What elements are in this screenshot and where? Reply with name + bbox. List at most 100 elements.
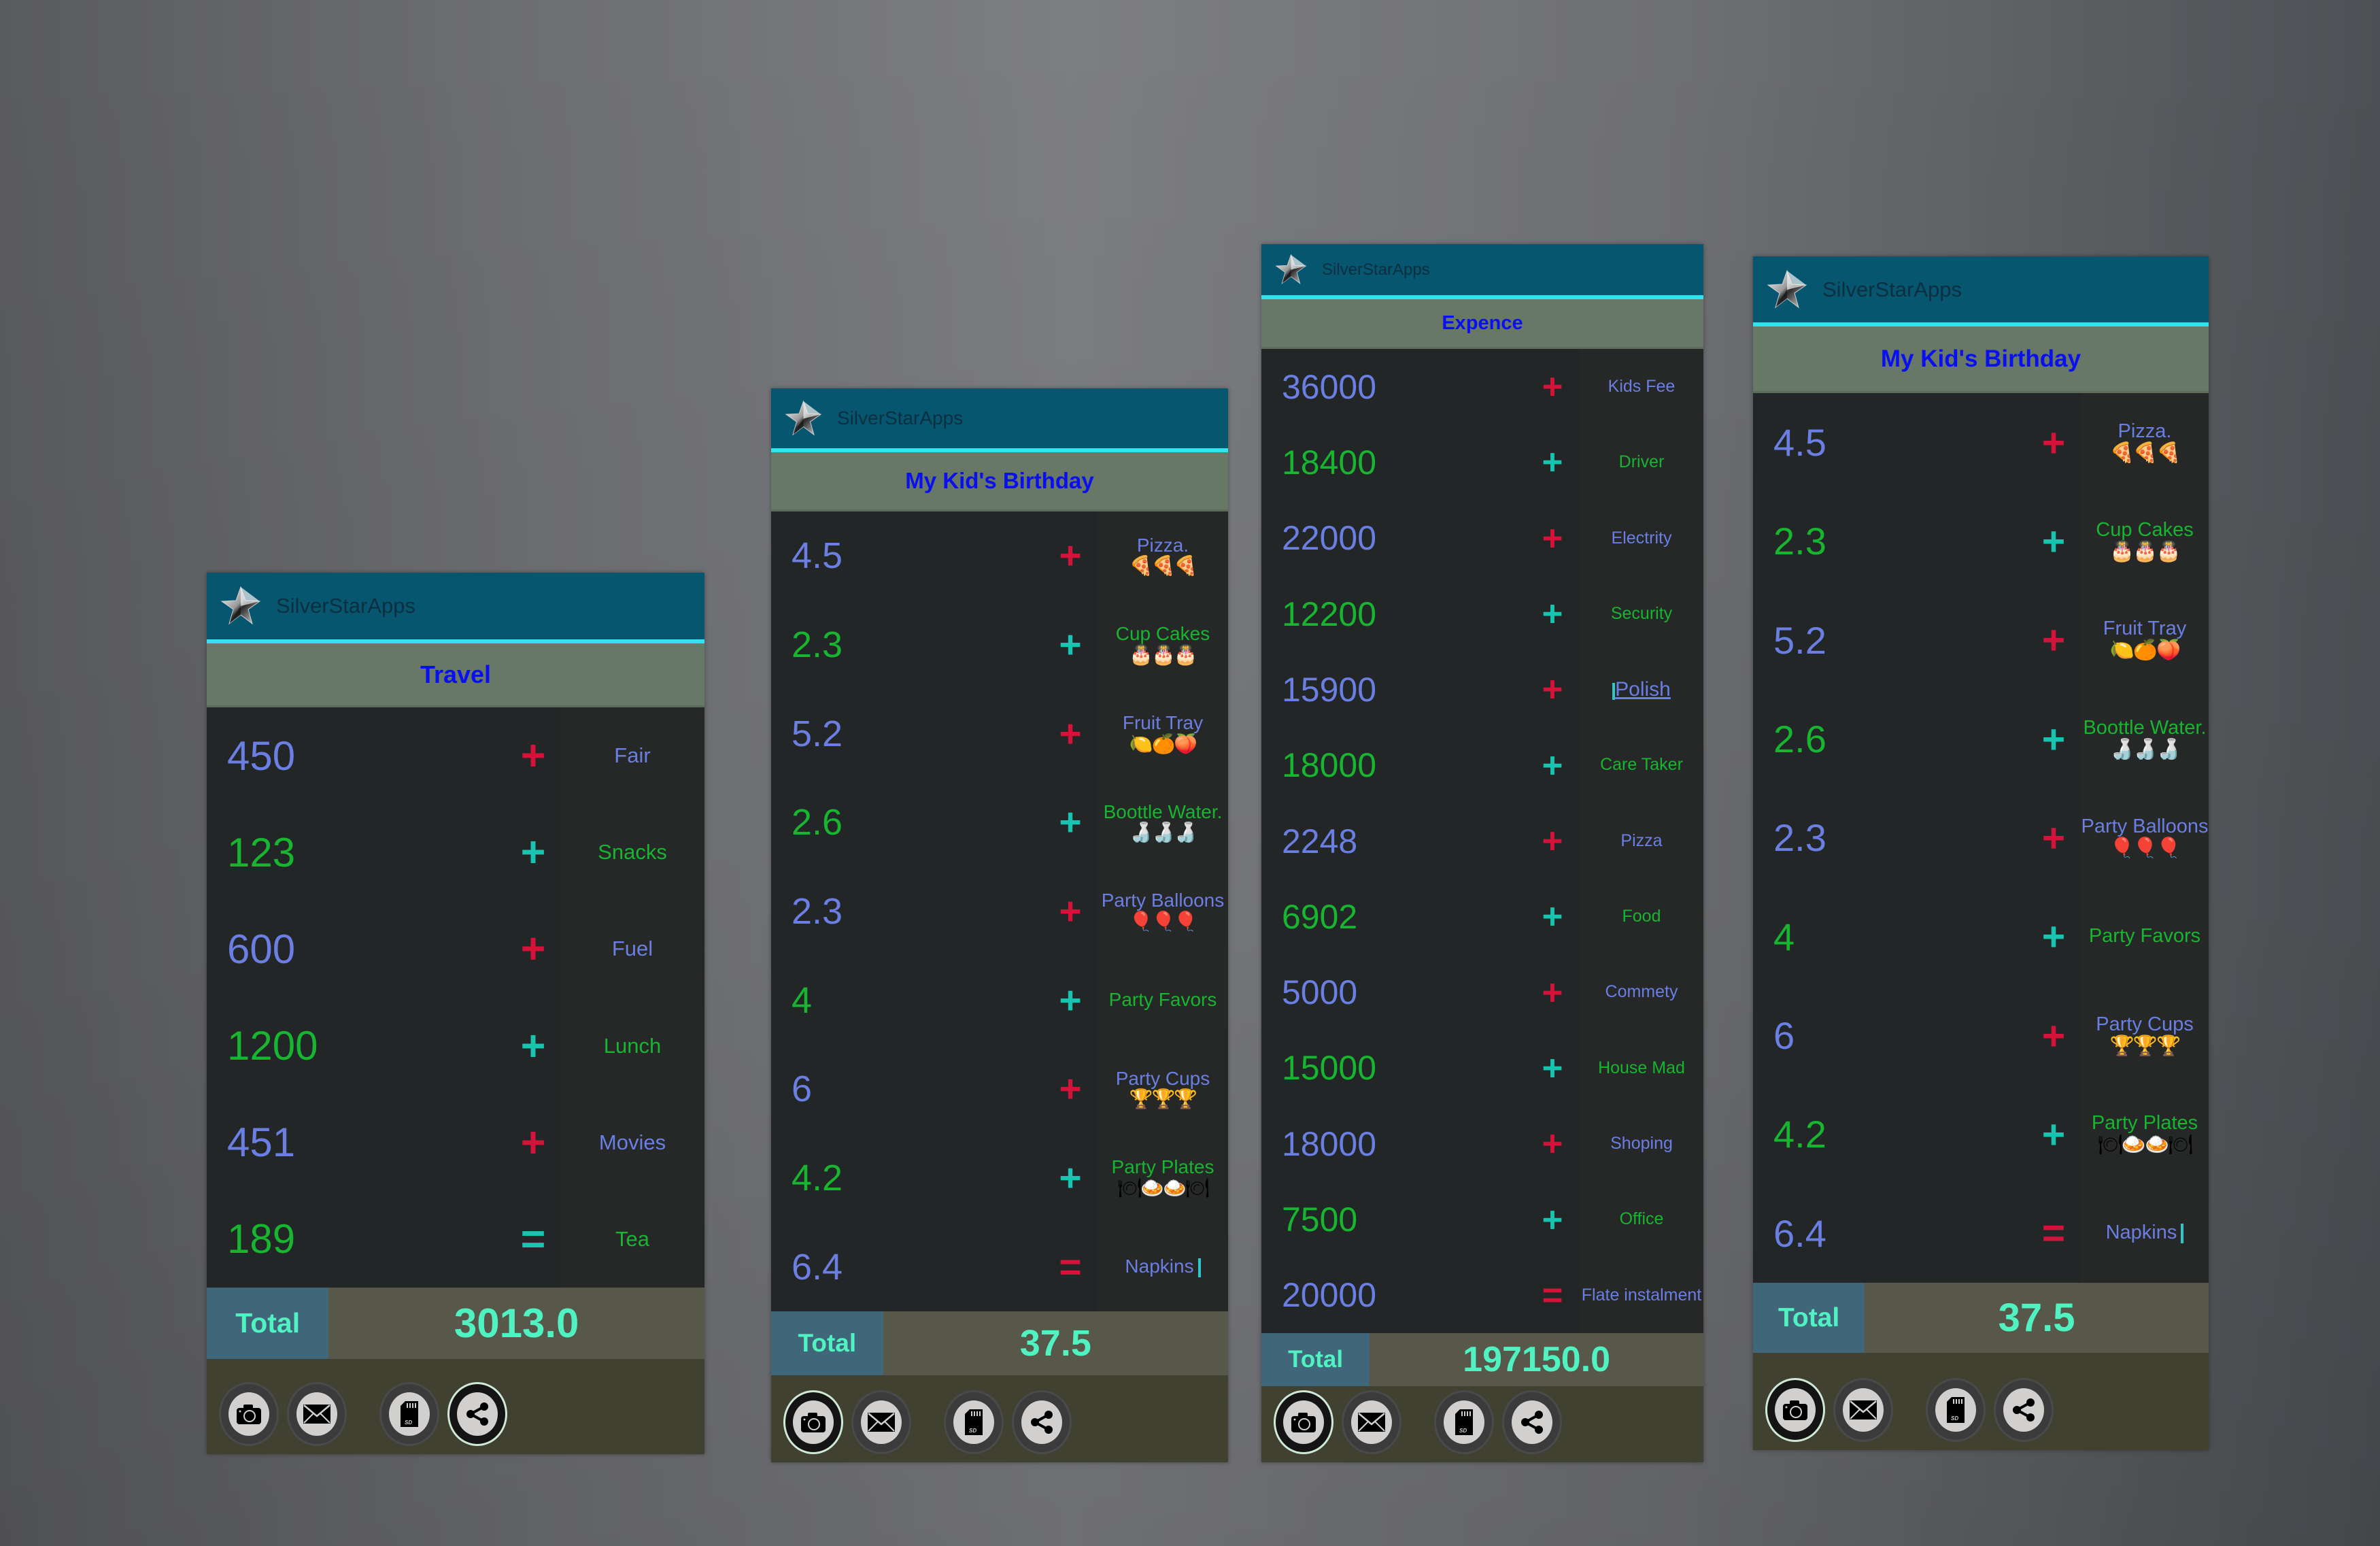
plus-operator-button[interactable]: + bbox=[1525, 1199, 1580, 1241]
item-label-input[interactable]: Napkins bbox=[2081, 1183, 2209, 1283]
plus-operator-button[interactable]: + bbox=[2026, 617, 2081, 663]
plus-operator-button[interactable]: + bbox=[1043, 978, 1098, 1023]
amount-input[interactable]: 6.4 bbox=[1753, 1211, 2026, 1256]
amount-input[interactable]: 450 bbox=[207, 733, 506, 779]
item-label-input[interactable]: Driver bbox=[1580, 424, 1703, 501]
plus-operator-button[interactable]: + bbox=[1525, 366, 1580, 407]
plus-operator-button[interactable]: + bbox=[2026, 1013, 2081, 1059]
plus-operator-button[interactable]: + bbox=[2026, 1111, 2081, 1158]
plus-operator-button[interactable]: + bbox=[1043, 1156, 1098, 1200]
amount-input[interactable]: 15900 bbox=[1261, 670, 1525, 709]
camera-button[interactable] bbox=[219, 1382, 279, 1446]
amount-input[interactable]: 6.4 bbox=[771, 1246, 1043, 1288]
item-label-input[interactable]: Party Favors bbox=[2081, 887, 2209, 986]
plus-operator-button[interactable]: + bbox=[1525, 518, 1580, 559]
item-label-input[interactable]: Napkins bbox=[1098, 1222, 1228, 1312]
amount-input[interactable]: 4 bbox=[771, 979, 1043, 1022]
email-button[interactable] bbox=[287, 1382, 347, 1446]
amount-input[interactable]: 2.3 bbox=[771, 890, 1043, 932]
item-label-input[interactable]: Party Favors bbox=[1098, 956, 1228, 1045]
share-button[interactable] bbox=[1502, 1390, 1562, 1454]
plus-operator-button[interactable]: + bbox=[1043, 622, 1098, 667]
amount-input[interactable]: 2.3 bbox=[771, 624, 1043, 666]
amount-input[interactable]: 5.2 bbox=[771, 713, 1043, 755]
amount-input[interactable]: 1200 bbox=[207, 1022, 506, 1069]
item-label-input[interactable]: Fruit Tray 🍋🍊🍑 bbox=[1098, 689, 1228, 779]
item-label-input[interactable]: Cup Cakes 🎂🎂🎂 bbox=[2081, 492, 2209, 591]
item-label-input[interactable]: Cup Cakes 🎂🎂🎂 bbox=[1098, 600, 1228, 690]
item-label-input[interactable]: Kids Fee bbox=[1580, 349, 1703, 425]
item-label-input[interactable]: Party Balloons 🎈🎈🎈 bbox=[1098, 867, 1228, 956]
plus-operator-button[interactable]: + bbox=[506, 1022, 560, 1071]
plus-operator-button[interactable]: + bbox=[1043, 800, 1098, 845]
email-button[interactable] bbox=[851, 1390, 911, 1454]
item-label-input[interactable]: Party Plates 🍽🍛🍛🍽 bbox=[2081, 1085, 2209, 1184]
item-label-input[interactable]: Boottle Water. 🍶🍶🍶 bbox=[1098, 778, 1228, 867]
item-label-input[interactable]: Tea bbox=[560, 1190, 704, 1288]
plus-operator-button[interactable]: + bbox=[1525, 593, 1580, 635]
plus-operator-button[interactable]: + bbox=[506, 828, 560, 877]
amount-input[interactable]: 4.5 bbox=[1753, 420, 2026, 465]
plus-operator-button[interactable]: + bbox=[2026, 518, 2081, 565]
amount-input[interactable]: 2.3 bbox=[1753, 816, 2026, 860]
plus-operator-button[interactable]: + bbox=[1525, 745, 1580, 786]
item-label-input[interactable]: Pizza. 🍕🍕🍕 bbox=[2081, 393, 2209, 492]
item-label-input[interactable]: Flate instalment bbox=[1580, 1257, 1703, 1334]
sd-card-button[interactable]: SD bbox=[944, 1390, 1004, 1454]
share-button[interactable] bbox=[1012, 1390, 1072, 1454]
item-label-input[interactable]: Fair bbox=[560, 707, 704, 805]
amount-input[interactable]: 2248 bbox=[1261, 822, 1525, 861]
plus-operator-button[interactable]: + bbox=[1525, 1123, 1580, 1164]
amount-input[interactable]: 20000 bbox=[1261, 1275, 1525, 1315]
plus-operator-button[interactable]: + bbox=[2026, 815, 2081, 861]
item-label-input[interactable]: Party Balloons 🎈🎈🎈 bbox=[2081, 788, 2209, 888]
amount-input[interactable]: 4.5 bbox=[771, 535, 1043, 577]
share-button[interactable] bbox=[447, 1382, 507, 1446]
plus-operator-button[interactable]: + bbox=[1525, 896, 1580, 937]
amount-input[interactable]: 2.6 bbox=[1753, 717, 2026, 761]
camera-button[interactable] bbox=[783, 1390, 843, 1454]
item-label-input[interactable]: Security bbox=[1580, 575, 1703, 652]
plus-operator-button[interactable]: + bbox=[2026, 913, 2081, 960]
item-label-input[interactable]: Boottle Water. 🍶🍶🍶 bbox=[2081, 689, 2209, 789]
plus-operator-button[interactable]: + bbox=[1043, 1066, 1098, 1111]
amount-input[interactable]: 2.6 bbox=[771, 801, 1043, 843]
camera-button[interactable] bbox=[1274, 1390, 1333, 1454]
amount-input[interactable]: 22000 bbox=[1261, 518, 1525, 558]
amount-input[interactable]: 5.2 bbox=[1753, 618, 2026, 662]
item-label-input[interactable]: Party Cups 🏆🏆🏆 bbox=[2081, 986, 2209, 1086]
amount-input[interactable]: 2.3 bbox=[1753, 519, 2026, 563]
amount-input[interactable]: 4.2 bbox=[1753, 1112, 2026, 1156]
camera-button[interactable] bbox=[1765, 1378, 1825, 1442]
item-label-input[interactable]: Electrity bbox=[1580, 500, 1703, 576]
amount-input[interactable]: 18000 bbox=[1261, 745, 1525, 785]
share-button[interactable] bbox=[1994, 1378, 2054, 1442]
item-label-input[interactable]: Shoping bbox=[1580, 1106, 1703, 1182]
item-label-input[interactable]: Polish bbox=[1580, 652, 1703, 728]
item-label-input[interactable]: Fruit Tray 🍋🍊🍑 bbox=[2081, 590, 2209, 690]
amount-input[interactable]: 15000 bbox=[1261, 1048, 1525, 1088]
plus-operator-button[interactable]: + bbox=[2026, 716, 2081, 762]
item-label-input[interactable]: Snacks bbox=[560, 804, 704, 901]
amount-input[interactable]: 12200 bbox=[1261, 594, 1525, 634]
email-button[interactable] bbox=[1342, 1390, 1401, 1454]
amount-input[interactable]: 5000 bbox=[1261, 973, 1525, 1012]
amount-input[interactable]: 18400 bbox=[1261, 443, 1525, 482]
amount-input[interactable]: 6 bbox=[771, 1068, 1043, 1110]
plus-operator-button[interactable]: + bbox=[1525, 669, 1580, 710]
sd-card-button[interactable]: SD bbox=[379, 1382, 439, 1446]
plus-operator-button[interactable]: + bbox=[1043, 889, 1098, 934]
equals-operator-button[interactable]: = bbox=[1043, 1245, 1098, 1290]
item-label-input[interactable]: Pizza. 🍕🍕🍕 bbox=[1098, 511, 1228, 601]
item-label-input[interactable]: Commety bbox=[1580, 954, 1703, 1030]
plus-operator-button[interactable]: + bbox=[1525, 441, 1580, 483]
item-label-input[interactable]: Movies bbox=[560, 1094, 704, 1191]
amount-input[interactable]: 451 bbox=[207, 1119, 506, 1166]
item-label-input[interactable]: Pizza bbox=[1580, 803, 1703, 879]
amount-input[interactable]: 600 bbox=[207, 926, 506, 973]
item-label-input[interactable]: Care Taker bbox=[1580, 727, 1703, 803]
plus-operator-button[interactable]: + bbox=[1525, 820, 1580, 862]
sd-card-button[interactable]: SD bbox=[1434, 1390, 1494, 1454]
item-label-input[interactable]: Food bbox=[1580, 879, 1703, 955]
plus-operator-button[interactable]: + bbox=[506, 924, 560, 973]
